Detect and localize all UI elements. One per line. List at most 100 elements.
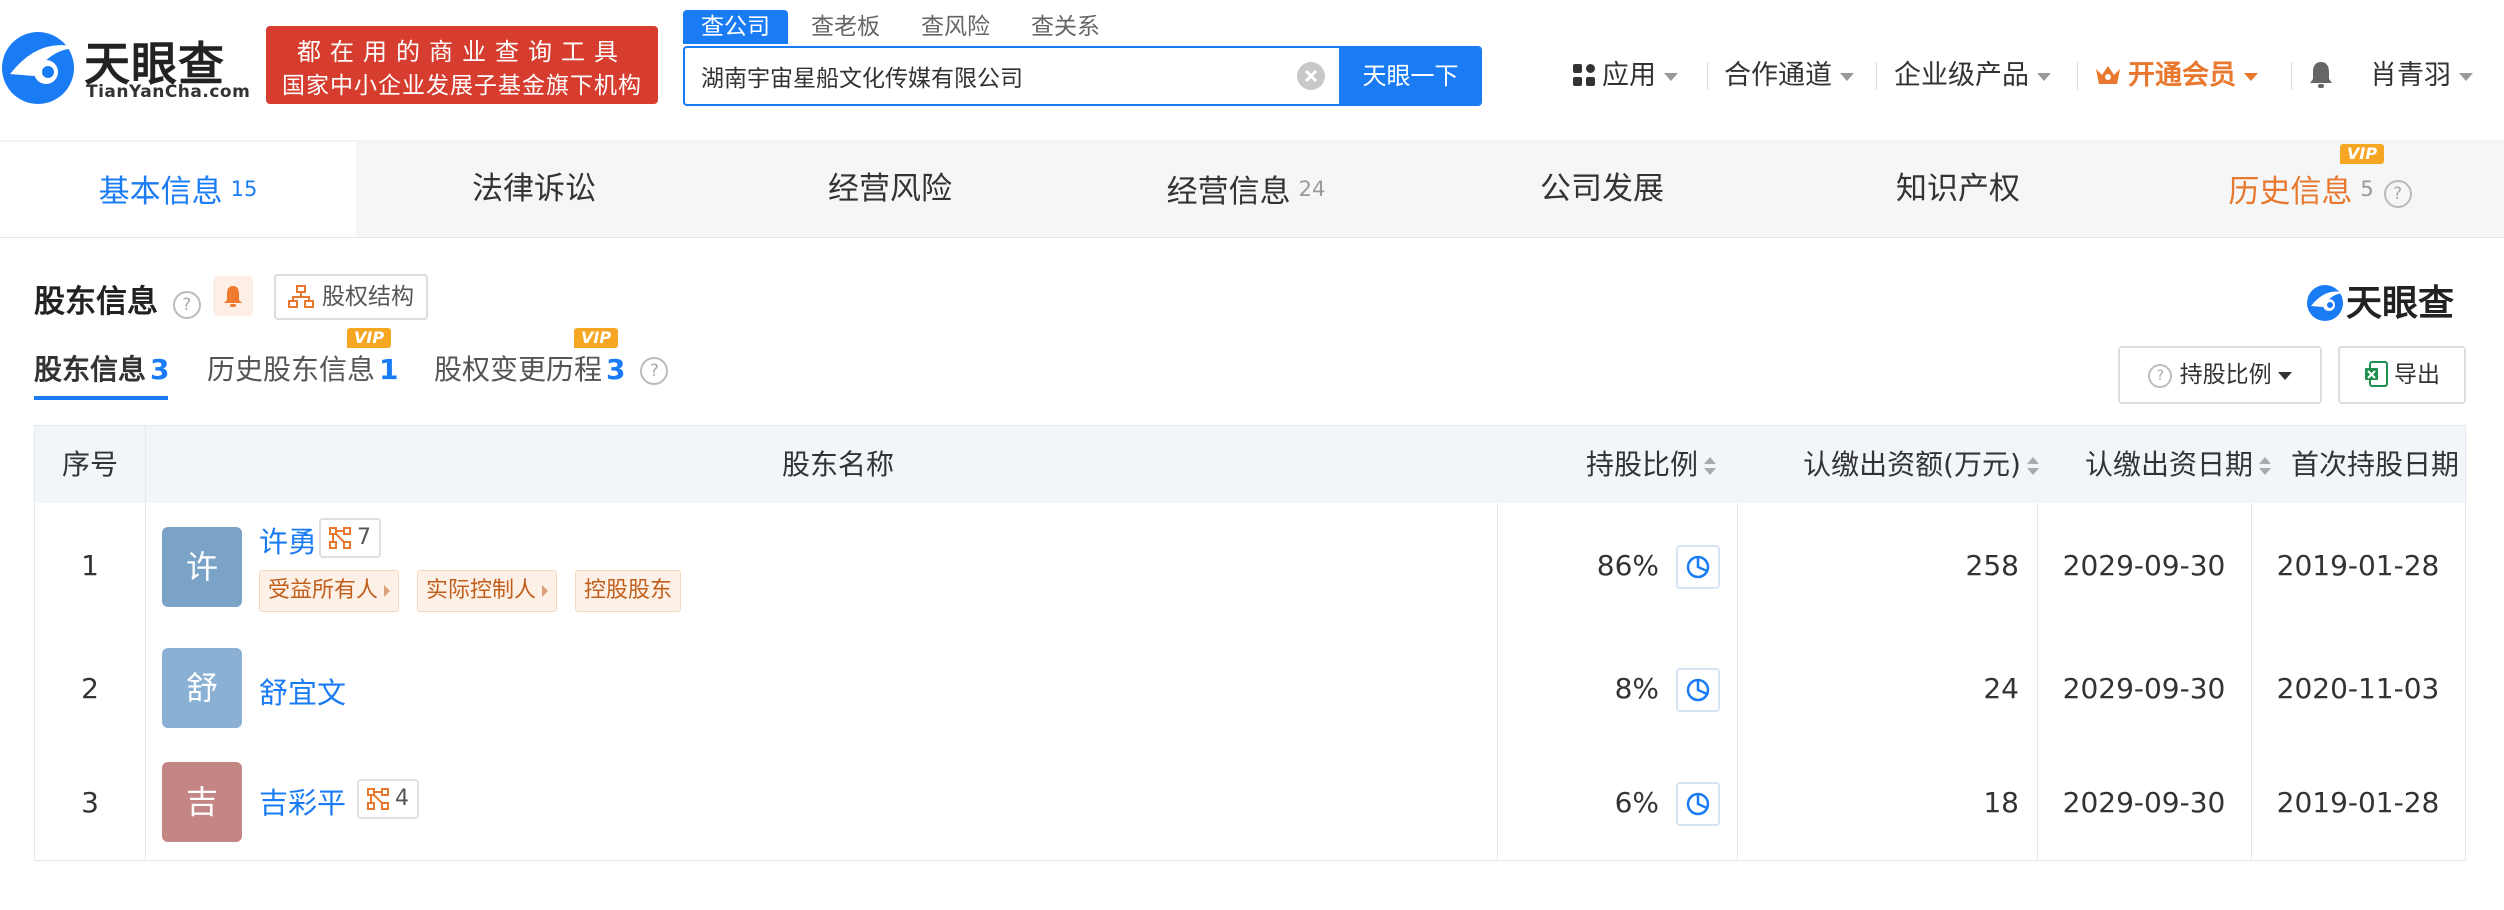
logo-domain: TianYanCha.com xyxy=(86,82,251,102)
pie-chart-button[interactable] xyxy=(1676,545,1720,589)
eye-logo-icon xyxy=(2,32,78,104)
header-first-date[interactable]: 首次持股日期 xyxy=(2285,426,2465,552)
tag-label: 受益所有人 xyxy=(268,578,379,603)
nav-divider xyxy=(1707,62,1708,90)
chevron-down-icon xyxy=(1664,72,1678,81)
nav-enterprise-label: 企业级产品 xyxy=(1894,60,2029,91)
help-icon[interactable]: ? xyxy=(2383,179,2412,208)
banner-line1: 都在用的商业查询工具 xyxy=(297,38,627,66)
help-icon[interactable]: ? xyxy=(172,291,201,319)
subtab-history-shareholders[interactable]: 历史股东信息 1 VIP xyxy=(207,328,399,388)
avatar[interactable]: 许 xyxy=(162,527,242,607)
search-button[interactable]: 天眼一下 xyxy=(1339,46,1482,106)
tab-legal[interactable]: 法律诉讼 xyxy=(356,142,712,237)
tab-development[interactable]: 公司发展 xyxy=(1424,142,1780,237)
arrow-right-icon xyxy=(542,585,549,597)
relation-count-badge[interactable]: 7 xyxy=(319,518,381,558)
relation-count-badge[interactable]: 4 xyxy=(357,779,419,819)
relation-graph-icon xyxy=(329,527,351,549)
nav-partner[interactable]: 合作通道 xyxy=(1724,56,1854,96)
tab-history[interactable]: 历史信息 5 ? VIP xyxy=(2136,142,2504,237)
excel-icon xyxy=(2365,361,2388,387)
column-divider xyxy=(1497,632,1498,746)
header-ratio[interactable]: 持股比例 xyxy=(1531,426,1771,503)
vip-badge: VIP xyxy=(2340,144,2385,164)
tab-label: 公司发展 xyxy=(1540,171,1664,207)
tab-count: 5 xyxy=(2360,177,2374,201)
search-tab-company[interactable]: 查公司 xyxy=(683,10,788,44)
table-row: 3 吉 吉彩平 4 6% 18 2029-09-30 2019-01-28 xyxy=(34,746,2466,861)
tag-label: 控股股东 xyxy=(584,578,673,603)
site-logo[interactable]: 天眼查 TianYanCha.com xyxy=(0,26,250,106)
user-name: 肖青羽 xyxy=(2370,60,2451,91)
clear-icon[interactable] xyxy=(1297,62,1325,90)
active-subtab-indicator xyxy=(34,396,168,400)
avatar[interactable]: 吉 xyxy=(162,762,242,842)
shareholder-name[interactable]: 许勇 xyxy=(259,519,317,561)
pie-chart-icon xyxy=(1686,792,1710,816)
tag-beneficial-owner[interactable]: 受益所有人 xyxy=(259,570,400,612)
vip-badge: VIP xyxy=(574,328,619,348)
column-divider xyxy=(145,746,146,860)
export-button[interactable]: 导出 xyxy=(2338,346,2466,404)
first-hold-date: 2020-11-03 xyxy=(2276,672,2440,705)
subtab-label: 股权变更历程 xyxy=(434,353,603,386)
ratio-filter-dropdown[interactable]: ? 持股比例 xyxy=(2118,346,2322,404)
nav-user[interactable]: 肖青羽 xyxy=(2370,56,2473,96)
subscribe-date: 2029-09-30 xyxy=(2062,549,2226,582)
brand-watermark: 天眼查 xyxy=(2306,274,2454,326)
section-title-text: 股东信息 xyxy=(34,284,158,320)
tab-count: 24 xyxy=(1298,177,1326,201)
vip-badge: VIP xyxy=(347,328,392,348)
equity-structure-button[interactable]: 股权结构 xyxy=(274,274,428,320)
help-icon[interactable]: ? xyxy=(640,357,669,385)
chevron-down-icon xyxy=(2244,72,2258,81)
search-tab-risk[interactable]: 查风险 xyxy=(903,10,1008,44)
tab-business[interactable]: 经营信息 24 xyxy=(1068,142,1424,237)
tab-count: 15 xyxy=(230,177,258,201)
nav-apps[interactable]: 应用 xyxy=(1572,56,1678,96)
shareholder-name[interactable]: 舒宜文 xyxy=(259,670,346,712)
search-tab-relation[interactable]: 查关系 xyxy=(1013,10,1118,44)
relation-count: 7 xyxy=(357,525,371,550)
monitor-button[interactable] xyxy=(213,276,253,316)
pie-chart-button[interactable] xyxy=(1676,668,1720,712)
nav-vip-label: 开通会员 xyxy=(2128,60,2236,91)
tab-label: 经营风险 xyxy=(828,171,952,207)
nav-vip[interactable]: 开通会员 xyxy=(2094,56,2258,96)
search-input[interactable] xyxy=(699,56,1263,96)
header-subscribe-date-label: 认缴出资日期 xyxy=(2084,448,2253,481)
column-divider xyxy=(1497,503,1498,632)
tag-actual-controller[interactable]: 实际控制人 xyxy=(417,570,558,612)
shareholder-name[interactable]: 吉彩平 xyxy=(259,780,346,822)
pie-chart-button[interactable] xyxy=(1676,782,1720,826)
tab-basic-info[interactable]: 基本信息 15 xyxy=(0,142,356,237)
subtab-label: 历史股东信息 xyxy=(207,353,376,386)
subtab-equity-changes[interactable]: 股权变更历程 3 ? VIP xyxy=(434,328,669,388)
nav-enterprise[interactable]: 企业级产品 xyxy=(1894,56,2051,96)
avatar[interactable]: 舒 xyxy=(162,648,242,728)
amount-value: 24 xyxy=(1983,672,2019,705)
tab-label: 经营信息 xyxy=(1166,174,1291,210)
search-tab-boss[interactable]: 查老板 xyxy=(793,10,898,44)
tab-risk[interactable]: 经营风险 xyxy=(712,142,1068,237)
header-subscribe-date[interactable]: 认缴出资日期 xyxy=(2071,426,2285,503)
tab-label: 基本信息 xyxy=(98,174,223,210)
tab-ip[interactable]: 知识产权 xyxy=(1780,142,2136,237)
ratio-value: 86% xyxy=(1596,549,1659,582)
subtab-shareholders[interactable]: 股东信息 3 xyxy=(34,348,170,388)
sort-icon xyxy=(1704,457,1716,475)
notification-button[interactable] xyxy=(2307,56,2335,96)
chevron-down-icon xyxy=(2037,72,2051,81)
first-hold-date: 2019-01-28 xyxy=(2276,549,2440,582)
relation-count: 4 xyxy=(395,786,409,811)
tab-label: 法律诉讼 xyxy=(472,171,596,207)
ratio-value: 6% xyxy=(1614,786,1659,819)
promo-banner[interactable]: 都在用的商业查询工具 国家中小企业发展子基金旗下机构 xyxy=(266,26,658,104)
header-amount[interactable]: 认缴出资额(万元) xyxy=(1771,426,2071,503)
equity-structure-label: 股权结构 xyxy=(322,284,414,310)
arrow-right-icon xyxy=(384,585,391,597)
sort-icon xyxy=(2259,457,2271,475)
header-index: 序号 xyxy=(61,448,118,481)
column-divider xyxy=(145,632,146,746)
